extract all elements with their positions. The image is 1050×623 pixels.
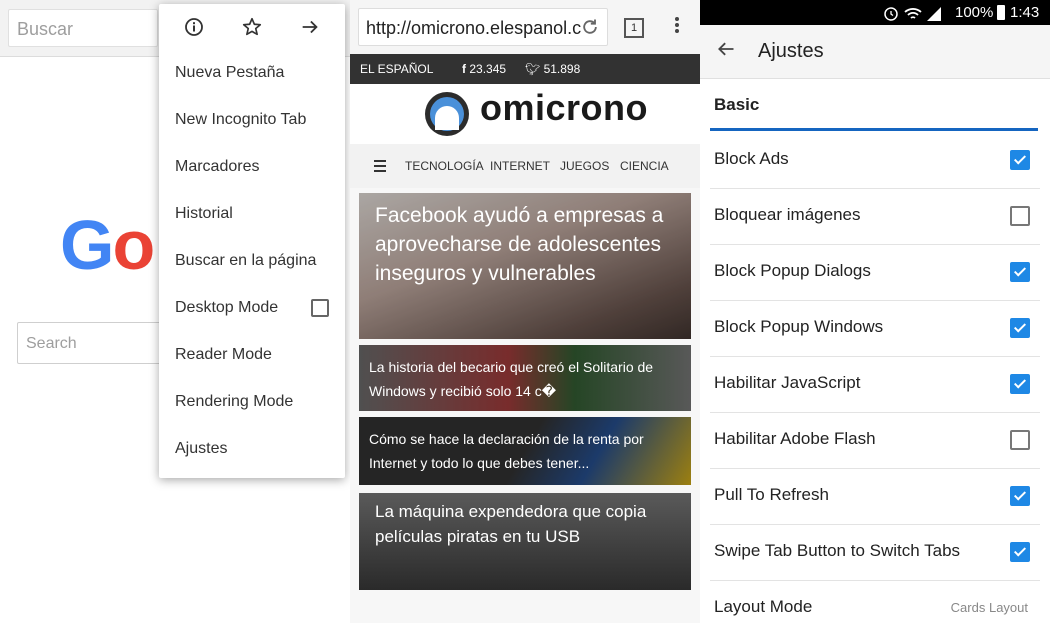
setting-layout-mode[interactable]: Layout Mode Cards Layout: [710, 580, 1040, 623]
setting-label: Layout Mode: [714, 597, 813, 616]
wifi-icon: [904, 8, 922, 19]
menu-item-rendering-mode[interactable]: Rendering Mode: [175, 379, 333, 425]
menu-item-label: Marcadores: [175, 158, 260, 175]
setting-label: Habilitar Adobe Flash: [714, 429, 876, 448]
battery-icon: [997, 5, 1005, 20]
browser-panel-left: Buscar Go Search Nueva Pestaña New Incog…: [0, 0, 350, 623]
setting-label: Habilitar JavaScript: [714, 373, 861, 392]
clock: 1:43: [1010, 4, 1040, 21]
menu-item-label: Buscar en la página: [175, 252, 317, 269]
menu-item-new-tab[interactable]: Nueva Pestaña: [175, 50, 333, 96]
setting-label: Bloquear imágenes: [714, 205, 861, 224]
setting-pull-to-refresh[interactable]: Pull To Refresh: [710, 468, 1040, 525]
setting-label: Block Popup Windows: [714, 317, 884, 336]
overflow-menu-icon[interactable]: [674, 15, 680, 37]
forward-arrow-icon[interactable]: [298, 15, 322, 39]
facebook-count[interactable]: f 23.345: [462, 54, 506, 84]
article-card[interactable]: Cómo se hace la declaración de la renta …: [359, 417, 691, 485]
menu-item-reader-mode[interactable]: Reader Mode: [175, 332, 333, 378]
menu-item-find-in-page[interactable]: Buscar en la página: [175, 238, 333, 284]
google-logo: Go: [60, 206, 155, 284]
setting-block-images[interactable]: Bloquear imágenes: [710, 188, 1040, 245]
nav-ciencia[interactable]: CIENCIA: [620, 144, 669, 188]
setting-checkbox[interactable]: [1010, 430, 1030, 450]
hamburger-menu-icon[interactable]: [374, 160, 386, 175]
facebook-count-value: 23.345: [469, 62, 507, 76]
twitter-icon: 🐦︎: [525, 62, 544, 76]
setting-checkbox[interactable]: [1010, 374, 1030, 394]
site-logo-text[interactable]: omicrono: [480, 87, 648, 129]
reload-icon[interactable]: [580, 17, 600, 37]
site-nav: TECNOLOGÍA INTERNET JUEGOS CIENCIA: [350, 144, 700, 188]
url-input[interactable]: http://omicrono.elespanol.c: [358, 8, 608, 46]
menu-item-label: Reader Mode: [175, 346, 272, 363]
menu-item-incognito[interactable]: New Incognito Tab: [175, 97, 333, 143]
info-icon[interactable]: [182, 15, 206, 39]
nav-internet[interactable]: INTERNET: [490, 144, 550, 188]
menu-icon-row: [159, 4, 345, 50]
nav-juegos[interactable]: JUEGOS: [560, 144, 609, 188]
menu-item-label: Nueva Pestaña: [175, 64, 285, 81]
menu-item-desktop-mode[interactable]: Desktop Mode: [175, 285, 333, 331]
article-title: Cómo se hace la declaración de la renta …: [369, 431, 644, 471]
brand-label[interactable]: EL ESPAÑOL: [360, 54, 433, 84]
setting-checkbox[interactable]: [1010, 486, 1030, 506]
menu-item-label: New Incognito Tab: [175, 111, 307, 128]
setting-block-ads[interactable]: Block Ads: [710, 132, 1040, 189]
tab-switcher-button[interactable]: 1: [624, 18, 644, 38]
twitter-count-value: 51.898: [543, 62, 581, 76]
menu-item-settings[interactable]: Ajustes: [175, 426, 333, 472]
nav-tecnologia[interactable]: TECNOLOGÍA: [405, 144, 484, 188]
setting-value: Cards Layout: [950, 600, 1028, 615]
battery-percent: 100%: [955, 4, 994, 21]
setting-checkbox[interactable]: [1010, 262, 1030, 282]
signal-icon: [927, 7, 941, 21]
article-title: La máquina expendedora que copia películ…: [375, 502, 647, 546]
menu-item-label: Desktop Mode: [175, 299, 279, 316]
setting-block-popup-dialogs[interactable]: Block Popup Dialogs: [710, 244, 1040, 301]
alarm-icon: [884, 7, 898, 21]
setting-enable-javascript[interactable]: Habilitar JavaScript: [710, 356, 1040, 413]
article-card[interactable]: La máquina expendedora que copia películ…: [359, 493, 691, 590]
setting-checkbox[interactable]: [1010, 206, 1030, 226]
status-bar: 100% 1:43: [700, 0, 1050, 25]
url-toolbar: http://omicrono.elespanol.c 1: [350, 0, 700, 54]
article-title: La historia del becario que creó el Soli…: [369, 359, 654, 399]
omicrono-logo-icon[interactable]: [425, 92, 469, 136]
site-header: omicrono: [350, 84, 700, 144]
setting-label: Pull To Refresh: [714, 485, 829, 504]
browser-panel-middle: http://omicrono.elespanol.c 1 EL ESPAÑOL…: [350, 0, 700, 623]
status-icons: [883, 5, 943, 21]
back-arrow-icon[interactable]: [716, 38, 736, 66]
article-title: Facebook ayudó a empresas a aprovecharse…: [375, 204, 664, 285]
article-card[interactable]: Facebook ayudó a empresas a aprovecharse…: [359, 193, 691, 339]
setting-label: Swipe Tab Button to Switch Tabs: [714, 541, 961, 560]
google-search-input[interactable]: Search: [17, 322, 177, 364]
section-header-basic: Basic: [714, 95, 760, 114]
menu-item-label: Ajustes: [175, 440, 228, 457]
setting-enable-flash[interactable]: Habilitar Adobe Flash: [710, 412, 1040, 469]
twitter-count[interactable]: 🐦︎ 51.898: [525, 54, 580, 84]
overflow-menu: Nueva Pestaña New Incognito Tab Marcador…: [159, 4, 345, 478]
desktop-mode-checkbox[interactable]: [311, 299, 329, 317]
setting-swipe-tab-button[interactable]: Swipe Tab Button to Switch Tabs: [710, 524, 1040, 581]
menu-item-history[interactable]: Historial: [175, 191, 333, 237]
menu-item-label: Rendering Mode: [175, 393, 294, 410]
section-underline: [710, 128, 1038, 131]
setting-block-popup-windows[interactable]: Block Popup Windows: [710, 300, 1040, 357]
setting-label: Block Ads: [714, 149, 789, 168]
setting-label: Block Popup Dialogs: [714, 261, 871, 280]
search-input[interactable]: Buscar: [8, 9, 158, 47]
menu-item-label: Historial: [175, 205, 233, 222]
app-bar: Ajustes: [700, 25, 1050, 79]
menu-item-bookmarks[interactable]: Marcadores: [175, 144, 333, 190]
site-top-strip: EL ESPAÑOL f 23.345 🐦︎ 51.898: [350, 54, 700, 84]
article-card[interactable]: La historia del becario que creó el Soli…: [359, 345, 691, 411]
page-title: Ajustes: [758, 40, 824, 62]
settings-panel: 100% 1:43 Ajustes Basic Block Ads Bloque…: [700, 0, 1050, 623]
setting-checkbox[interactable]: [1010, 318, 1030, 338]
setting-checkbox[interactable]: [1010, 542, 1030, 562]
setting-checkbox[interactable]: [1010, 150, 1030, 170]
star-icon[interactable]: [240, 15, 264, 39]
